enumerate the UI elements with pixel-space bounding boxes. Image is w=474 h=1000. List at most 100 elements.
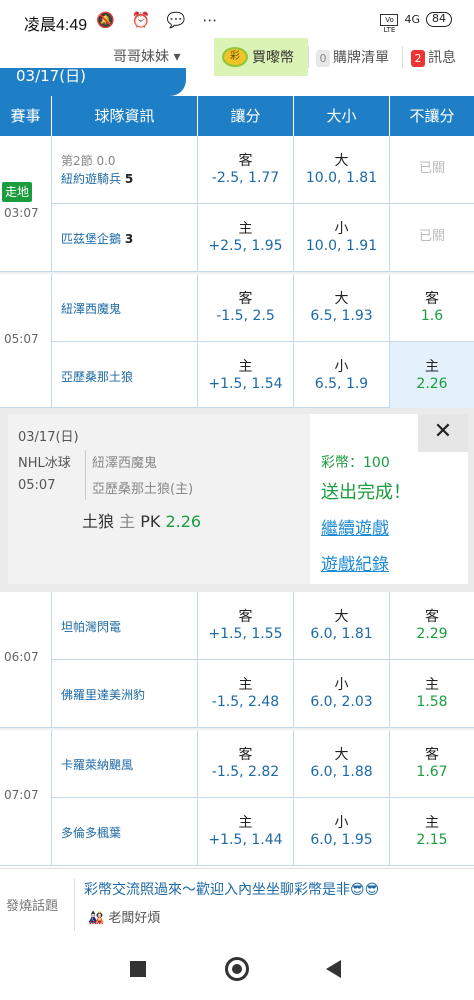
over-under-odds-button[interactable]: 大 10.0, 1.81: [294, 136, 390, 203]
moneyline-odds-button[interactable]: 客 2.29: [390, 592, 474, 659]
live-badge: 走地: [2, 182, 32, 202]
team-cell: 坦帕灣閃電: [52, 592, 198, 659]
moneyline-odds-button[interactable]: 客 1.6: [390, 274, 474, 341]
table-row: 佛羅里達美洲豹 主 -1.5, 2.48 小 6.0, 2.03 主 1.58: [52, 660, 474, 728]
date-tab[interactable]: 03/17(日): [0, 68, 186, 96]
hot-topic-bar[interactable]: 發燒話題 彩幣交流照過來～歡迎入內坐坐聊彩幣是非😎😎 🎎 老闆好煩: [0, 868, 474, 938]
handicap-odds-button[interactable]: 客 +1.5, 1.55: [198, 592, 294, 659]
battery-icon: 84: [426, 12, 452, 27]
table-row: 紐澤西魔鬼 客 -1.5, 2.5 大 6.5, 1.93 客 1.6: [52, 274, 474, 342]
over-under-odds-button[interactable]: 小 10.0, 1.91: [294, 204, 390, 272]
header-over-under: 大小: [294, 96, 390, 136]
moneyline-odds-button[interactable]: 主 1.58: [390, 660, 474, 728]
moneyline-odds-button[interactable]: 客 1.67: [390, 730, 474, 797]
bet-date: 03/17(日): [18, 430, 79, 445]
divider: [74, 879, 75, 931]
over-under-odds-button[interactable]: 大 6.5, 1.93: [294, 274, 390, 341]
messages-button[interactable]: 2 訊息: [411, 47, 456, 67]
team-cell: 第2節 0.0 紐約遊騎兵 5: [52, 136, 198, 203]
back-icon[interactable]: [326, 960, 341, 978]
moneyline-odds-button[interactable]: 主 2.15: [390, 798, 474, 866]
team-cell: 卡羅萊納颶風: [52, 730, 198, 797]
divider: [85, 450, 86, 500]
continue-game-link[interactable]: 繼續遊戲: [321, 514, 389, 539]
over-under-odds-button[interactable]: 小 6.0, 1.95: [294, 798, 390, 866]
over-under-odds-button[interactable]: 大 6.0, 1.81: [294, 592, 390, 659]
game-block: 07:07 卡羅萊納颶風 客 -1.5, 2.82 大 6.0, 1.88 客 …: [0, 730, 474, 866]
cart-count-badge: 0: [316, 50, 330, 67]
team-name: 卡羅萊納颶風: [61, 758, 134, 772]
close-icon[interactable]: ✕: [418, 414, 468, 452]
handicap-odds-button[interactable]: 主 +1.5, 1.54: [198, 342, 294, 408]
volte-icon: Vo LTE: [380, 13, 399, 34]
game-block: 05:07 紐澤西魔鬼 客 -1.5, 2.5 大 6.5, 1.93 客 1.…: [0, 274, 474, 408]
game-time-cell: 06:07: [0, 592, 52, 727]
network-icon: 4G: [404, 13, 420, 26]
over-under-odds-button[interactable]: 小 6.5, 1.9: [294, 342, 390, 408]
game-time-cell: 走地 03:07: [0, 136, 52, 271]
buy-coins-button[interactable]: 彩 買嚟幣: [214, 38, 308, 76]
coin-icon: 彩: [222, 47, 248, 67]
handicap-odds-button[interactable]: 客 -1.5, 2.5: [198, 274, 294, 341]
cart-button[interactable]: 0 購牌清單: [316, 47, 389, 67]
cart-label: 購牌清單: [333, 50, 389, 66]
bet-home-team: 紐澤西魔鬼: [92, 456, 158, 471]
hot-topic-author: 🎎 老闆好煩: [88, 911, 161, 926]
team-name: 佛羅里達美洲豹: [61, 688, 146, 702]
table-row: 第2節 0.0 紐約遊騎兵 5 客 -2.5, 1.77 大 10.0, 1.8…: [52, 136, 474, 204]
system-nav-bar: [0, 938, 474, 1000]
bet-pick: 土狼 主 PK 2.26: [82, 512, 202, 531]
bet-summary: 03/17(日) NHL冰球 05:07 紐澤西魔鬼 亞歷桑那土狼(主) 土狼 …: [8, 414, 310, 584]
game-history-link[interactable]: 遊戲紀錄: [321, 550, 389, 575]
game-time-cell: 05:07: [0, 274, 52, 407]
game-block: 走地 03:07 第2節 0.0 紐約遊騎兵 5 客 -2.5, 1.77 大 …: [0, 136, 474, 272]
over-under-odds-button[interactable]: 小 6.0, 2.03: [294, 660, 390, 728]
message-count-badge: 2: [411, 50, 425, 67]
moneyline-closed: 已關: [418, 229, 445, 244]
header-handicap: 讓分: [198, 96, 294, 136]
game-time: 03:07: [4, 206, 39, 220]
header-teams: 球隊資訊: [52, 96, 198, 136]
team-cell: 亞歷桑那土狼: [52, 342, 198, 408]
handicap-odds-button[interactable]: 客 -1.5, 2.82: [198, 730, 294, 797]
team-name: 亞歷桑那土狼: [61, 370, 134, 384]
team-name: 坦帕灣閃電: [61, 620, 122, 634]
hot-topic-label: 發燒話題: [6, 899, 59, 914]
over-under-odds-button[interactable]: 大 6.0, 1.88: [294, 730, 390, 797]
clock: 凌晨4:49: [24, 17, 88, 34]
game-time-cell: 07:07: [0, 730, 52, 865]
submit-success-text: 送出完成！: [321, 482, 411, 503]
notification-icons: 🔕 ⏰ 💬 ⋯: [96, 11, 224, 29]
user-menu[interactable]: 哥哥妹妹 ▾: [113, 46, 180, 66]
handicap-odds-button[interactable]: 主 +1.5, 1.44: [198, 798, 294, 866]
divider: [402, 46, 403, 68]
team-name: 匹茲堡企鵝 3: [61, 232, 134, 246]
handicap-odds-button[interactable]: 主 -1.5, 2.48: [198, 660, 294, 728]
table-row: 卡羅萊納颶風 客 -1.5, 2.82 大 6.0, 1.88 客 1.67: [52, 730, 474, 798]
team-cell: 匹茲堡企鵝 3: [52, 204, 198, 272]
status-bar: 凌晨4:49 🔕 ⏰ 💬 ⋯ Vo LTE 4G 84: [0, 0, 474, 40]
confirmation-card: 03/17(日) NHL冰球 05:07 紐澤西魔鬼 亞歷桑那土狼(主) 土狼 …: [8, 414, 468, 584]
table-header: 賽事 球隊資訊 讓分 大小 不讓分: [0, 96, 474, 136]
header-moneyline: 不讓分: [409, 107, 455, 125]
moneyline-odds-button-selected[interactable]: 主 2.26: [390, 342, 474, 408]
handicap-odds-button[interactable]: 客 -2.5, 1.77: [198, 136, 294, 203]
table-row: 坦帕灣閃電 客 +1.5, 1.55 大 6.0, 1.81 客 2.29: [52, 592, 474, 660]
system-indicators: Vo LTE 4G 84: [380, 12, 452, 34]
team-cell: 紐澤西魔鬼: [52, 274, 198, 341]
hot-topic-text[interactable]: 彩幣交流照過來～歡迎入內坐坐聊彩幣是非😎😎: [84, 879, 379, 899]
game-time: 06:07: [4, 650, 39, 664]
bet-confirmation-panel: 03/17(日) NHL冰球 05:07 紐澤西魔鬼 亞歷桑那土狼(主) 土狼 …: [0, 408, 474, 592]
team-name: 多倫多楓葉: [61, 826, 122, 840]
divider: [308, 46, 309, 68]
period-score: 第2節 0.0: [61, 154, 116, 168]
game-block: 06:07 坦帕灣閃電 客 +1.5, 1.55 大 6.0, 1.81 客 2…: [0, 592, 474, 728]
bet-away-team: 亞歷桑那土狼(主): [92, 482, 194, 497]
home-icon[interactable]: [225, 957, 249, 981]
team-name: 紐約遊騎兵 5: [61, 172, 134, 186]
table-row: 匹茲堡企鵝 3 主 +2.5, 1.95 小 10.0, 1.91 已關: [52, 204, 474, 272]
table-row: 亞歷桑那土狼 主 +1.5, 1.54 小 6.5, 1.9 主 2.26: [52, 342, 474, 408]
buy-coins-label: 買嚟幣: [252, 50, 294, 66]
recent-apps-icon[interactable]: [130, 961, 146, 977]
handicap-odds-button[interactable]: 主 +2.5, 1.95: [198, 204, 294, 272]
